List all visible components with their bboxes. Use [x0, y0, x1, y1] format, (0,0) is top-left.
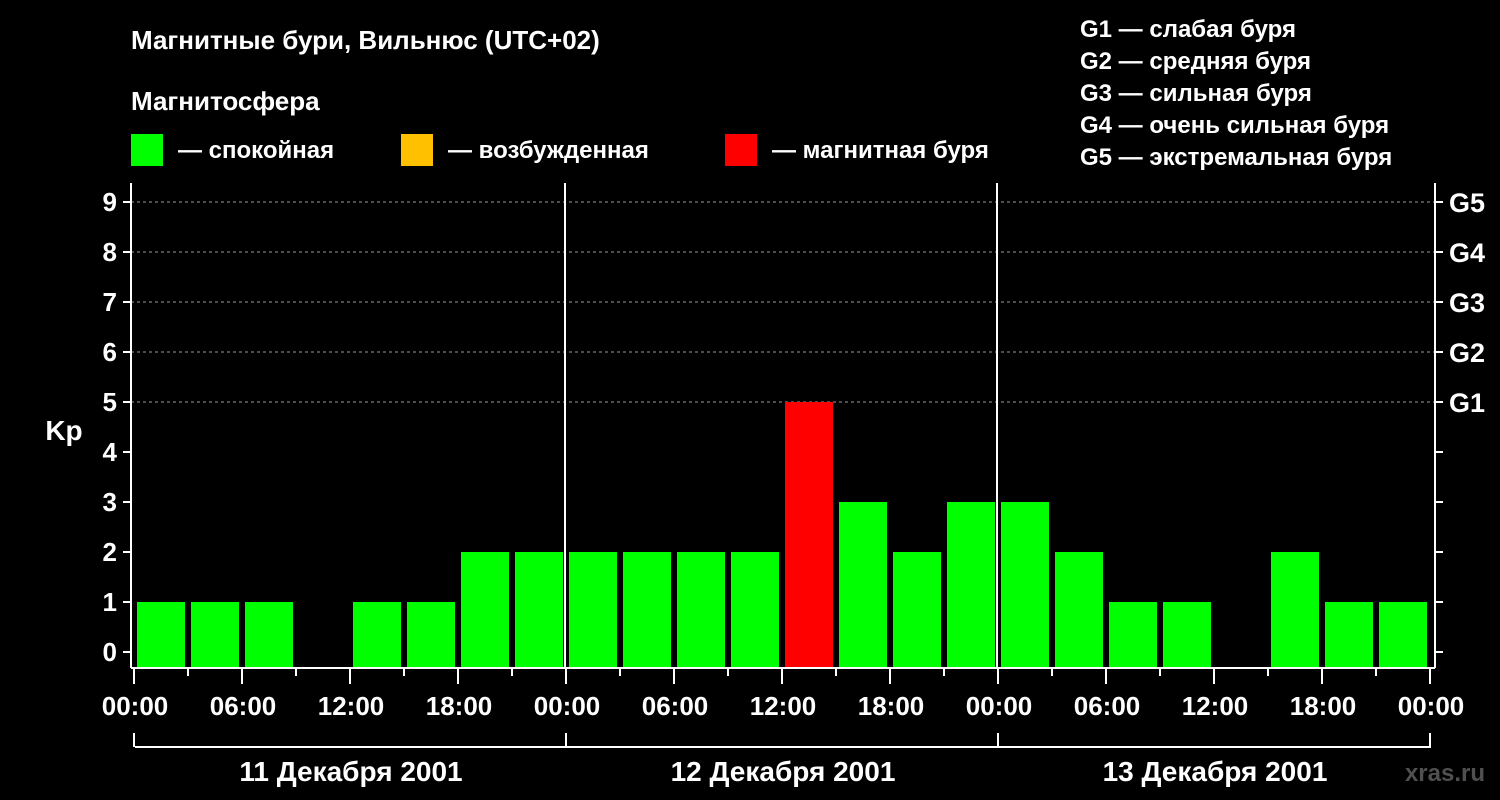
chart-stage: Магнитные бури, Вильнюс (UTC+02) Магнито… [0, 0, 1500, 800]
kp-bar [893, 552, 941, 668]
x-tick-label: 18:00 [1290, 691, 1357, 721]
kp-chart: Магнитные бури, Вильнюс (UTC+02) Магнито… [45, 16, 1485, 787]
kp-bar [569, 552, 617, 668]
y-axis-label: Kp [45, 415, 82, 446]
plot-area: 0 1 2 3 4 5 6 7 8 9 G1 G2 G3 G4 G5 00:00 06:00 12:00 18:00… [102, 183, 1485, 748]
legend-swatch-calm [131, 134, 163, 166]
y-tick-label: 4 [103, 437, 118, 467]
storm-level-g4: G4 — очень сильная буря [1080, 112, 1389, 139]
watermark: xras.ru [1405, 760, 1485, 787]
kp-bar [839, 502, 887, 668]
kp-bar [407, 602, 455, 668]
legend-label-storm: — магнитная буря [772, 137, 989, 164]
kp-bar [1109, 602, 1157, 668]
y-tick-label: 8 [103, 237, 117, 267]
kp-bar [1055, 552, 1103, 668]
g-level-label: G5 [1449, 188, 1485, 218]
g-level-label: G1 [1449, 388, 1485, 418]
kp-bar [947, 502, 995, 668]
kp-bar [245, 602, 293, 668]
y-tick-label: 3 [103, 487, 117, 517]
g-level-label: G4 [1449, 238, 1485, 268]
y-tick-label: 9 [103, 187, 117, 217]
x-tick-label: 12:00 [750, 691, 817, 721]
x-tick-label: 18:00 [858, 691, 925, 721]
kp-bar [731, 552, 779, 668]
kp-bar [191, 602, 239, 668]
x-tick-label: 12:00 [318, 691, 385, 721]
y-tick-label: 5 [103, 387, 117, 417]
x-tick-label: 12:00 [1182, 691, 1249, 721]
x-tick-label: 00:00 [534, 691, 601, 721]
kp-bar [1271, 552, 1319, 668]
kp-bar [785, 402, 833, 668]
x-tick-label: 00:00 [102, 691, 169, 721]
storm-level-g2: G2 — средняя буря [1080, 48, 1311, 75]
magnetosphere-label: Магнитосфера [131, 86, 320, 116]
kp-bar [623, 552, 671, 668]
g-level-label: G2 [1449, 338, 1485, 368]
chart-title: Магнитные бури, Вильнюс (UTC+02) [131, 25, 600, 55]
kp-bar [1325, 602, 1373, 668]
x-tick-label: 06:00 [1074, 691, 1141, 721]
y-tick-label: 6 [103, 337, 117, 367]
kp-bar [677, 552, 725, 668]
kp-bar [1379, 602, 1427, 668]
storm-level-g3: G3 — сильная буря [1080, 80, 1312, 107]
kp-bar [353, 602, 401, 668]
x-tick-label: 06:00 [210, 691, 277, 721]
legend-swatch-storm [725, 134, 757, 166]
legend-swatch-excited [401, 134, 433, 166]
g-level-label: G3 [1449, 288, 1485, 318]
legend-label-calm: — спокойная [178, 137, 334, 164]
x-tick-label: 00:00 [966, 691, 1033, 721]
y-tick-label: 0 [103, 637, 117, 667]
x-tick-label: 00:00 [1398, 691, 1465, 721]
day-label-3: 13 Декабря 2001 [1103, 756, 1328, 787]
y-tick-label: 1 [103, 587, 117, 617]
kp-bar [461, 552, 509, 668]
kp-bar [515, 552, 563, 668]
x-tick-label: 06:00 [642, 691, 709, 721]
kp-bar [1163, 602, 1211, 668]
kp-bar [1001, 502, 1049, 668]
storm-level-g1: G1 — слабая буря [1080, 16, 1296, 43]
x-tick-label: 18:00 [426, 691, 493, 721]
day-label-2: 12 Декабря 2001 [671, 756, 896, 787]
day-label-1: 11 Декабря 2001 [239, 756, 462, 787]
storm-level-g5: G5 — экстремальная буря [1080, 144, 1392, 171]
y-tick-label: 2 [103, 537, 117, 567]
kp-bar [137, 602, 185, 668]
y-tick-label: 7 [103, 287, 117, 317]
legend-label-excited: — возбужденная [448, 137, 649, 164]
